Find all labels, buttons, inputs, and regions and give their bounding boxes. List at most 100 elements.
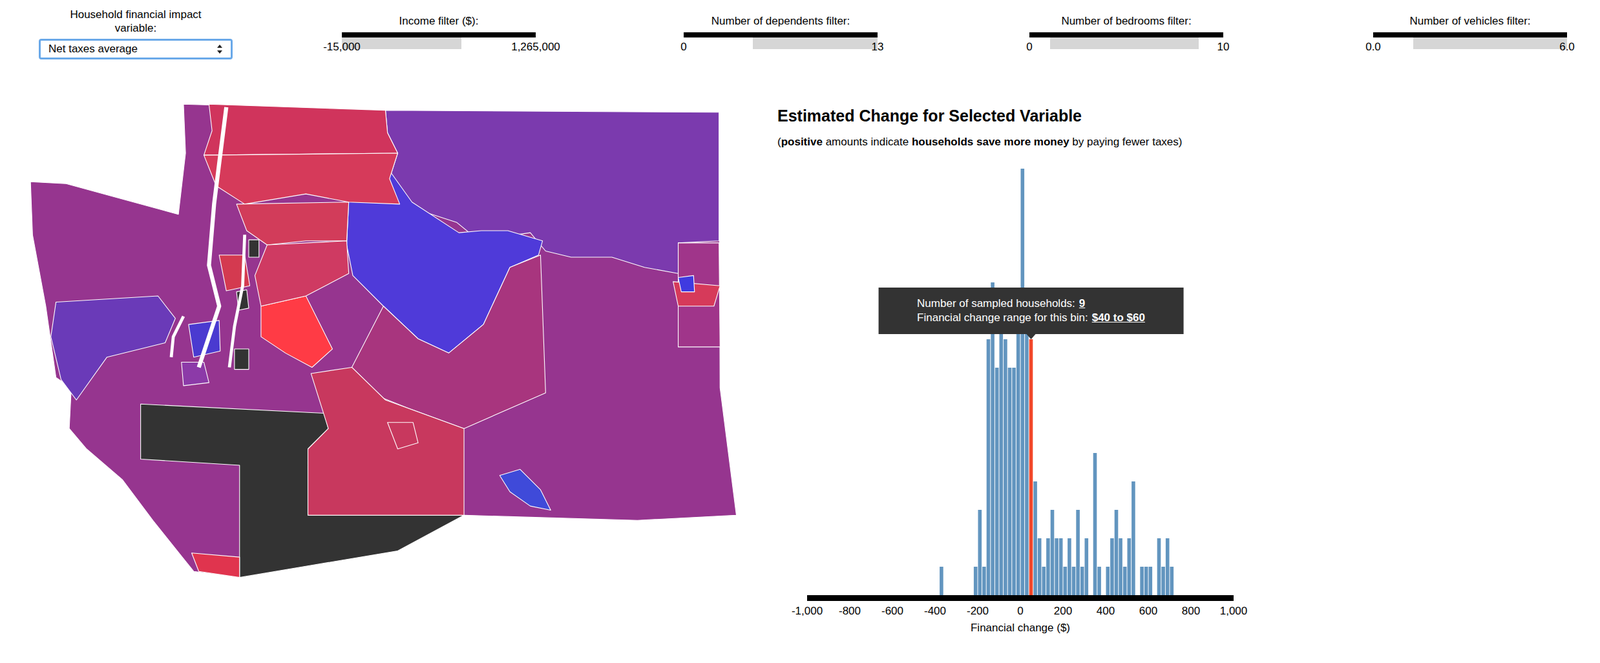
slider[interactable]: 010	[1029, 32, 1224, 61]
x-tick-label: -800	[838, 604, 861, 618]
district[interactable]	[387, 422, 419, 450]
variable-label: Household financial impact variable:	[64, 7, 207, 35]
slider-max-label: 13	[871, 40, 885, 55]
histogram-bar[interactable]	[1072, 566, 1076, 596]
histogram-bar[interactable]	[1075, 509, 1080, 596]
district[interactable]	[51, 295, 176, 400]
histogram-bar[interactable]	[1106, 566, 1111, 596]
histogram-bar[interactable]	[1059, 538, 1064, 596]
slider-selection[interactable]	[752, 37, 878, 50]
district[interactable]	[236, 202, 349, 245]
histogram-bar[interactable]	[1021, 168, 1025, 596]
histogram-bar[interactable]	[1016, 310, 1021, 596]
slider-track[interactable]	[683, 32, 878, 38]
slider-selection[interactable]	[1413, 37, 1568, 50]
histogram-bar[interactable]	[1063, 566, 1068, 596]
chart-subtitle: (positive amounts indicate households sa…	[777, 135, 1269, 150]
district[interactable]	[219, 255, 250, 291]
filter-bar: Household financial impact variable: Net …	[0, 0, 1600, 73]
slider-min-label: 0	[680, 40, 687, 55]
histogram-bar[interactable]	[1050, 509, 1055, 596]
x-tick-label: -400	[924, 604, 947, 618]
district[interactable]	[308, 367, 465, 516]
slider-max-label: 6.0	[1559, 40, 1575, 55]
histogram-bar[interactable]	[1046, 538, 1051, 596]
district[interactable]	[181, 362, 210, 386]
district-map	[28, 102, 743, 582]
histogram-bar[interactable]	[1037, 538, 1042, 596]
histogram-bar[interactable]	[1127, 538, 1132, 596]
district[interactable]	[248, 239, 260, 258]
histogram-bar[interactable]	[1054, 538, 1059, 596]
histogram-bar[interactable]	[973, 566, 978, 596]
histogram-bar[interactable]	[986, 339, 991, 596]
histogram-bar[interactable]	[1139, 566, 1144, 596]
slider-track[interactable]	[341, 32, 536, 38]
histogram-bar[interactable]	[1011, 367, 1016, 596]
histogram-bar[interactable]	[995, 367, 1000, 596]
filter-label: Number of vehicles filter:	[1409, 0, 1531, 29]
district[interactable]	[30, 104, 737, 578]
district[interactable]	[261, 295, 333, 368]
histogram-bar[interactable]	[1144, 566, 1149, 596]
x-tick-label: 0	[1017, 604, 1023, 618]
district[interactable]	[678, 275, 695, 292]
slider[interactable]: -15,0001,265,000	[341, 32, 536, 61]
histogram-bar[interactable]	[1114, 509, 1119, 596]
histogram-bar[interactable]	[1033, 481, 1038, 596]
histogram-bar[interactable]	[1093, 452, 1098, 596]
histogram-bar[interactable]	[1157, 538, 1162, 596]
histogram-bar[interactable]	[1161, 566, 1166, 596]
puget-sound-water	[199, 107, 227, 368]
slider[interactable]: 013	[683, 32, 878, 61]
histogram-svg: -1,000-800-600-400-20002004006008001,000…	[777, 157, 1269, 639]
histogram-bar[interactable]	[1110, 538, 1115, 596]
district[interactable]	[499, 469, 551, 510]
select-arrows-icon	[216, 43, 223, 55]
histogram-bar[interactable]	[1131, 481, 1136, 596]
histogram-bar[interactable]	[1170, 566, 1175, 596]
puget-sound-water	[229, 234, 245, 368]
histogram-bar[interactable]	[1118, 538, 1123, 596]
slider-track[interactable]	[1029, 32, 1224, 38]
histogram-bar[interactable]	[982, 566, 987, 596]
histogram-bar[interactable]	[1080, 566, 1085, 596]
histogram-bar[interactable]	[1067, 538, 1072, 596]
filter-label: Number of dependents filter:	[711, 0, 851, 29]
district[interactable]	[234, 348, 249, 370]
histogram-bar[interactable]	[1123, 566, 1127, 596]
x-tick-label: -600	[881, 604, 904, 618]
x-tick-label: 600	[1139, 604, 1158, 618]
histogram-bar[interactable]	[999, 310, 1004, 596]
slider-min-label: -15,000	[323, 40, 361, 55]
district[interactable]	[254, 241, 349, 307]
slider-min-label: 0	[1026, 40, 1032, 55]
x-axis	[807, 595, 1234, 601]
x-tick-label: -200	[966, 604, 989, 618]
district[interactable]	[204, 104, 399, 156]
histogram-bar[interactable]	[1008, 367, 1012, 596]
x-tick-label: 1,000	[1220, 604, 1248, 618]
slider[interactable]: 0.06.0	[1373, 32, 1568, 61]
district[interactable]	[204, 153, 400, 205]
histogram-bar[interactable]	[1165, 538, 1170, 596]
x-tick-label: 400	[1096, 604, 1115, 618]
histogram-bar[interactable]	[1148, 566, 1153, 596]
histogram-bar[interactable]	[978, 509, 983, 596]
histogram-bar[interactable]	[1003, 339, 1008, 596]
range-filter: Number of vehicles filter: 0.06.0	[1344, 0, 1597, 61]
histogram-bar[interactable]	[1024, 310, 1029, 596]
main: Estimated Change for Selected Variable (p…	[0, 72, 1600, 639]
histogram-bar[interactable]	[1029, 339, 1034, 596]
slider-selection[interactable]	[1050, 37, 1200, 50]
slider-track[interactable]	[1373, 32, 1568, 38]
chart-title: Estimated Change for Selected Variable	[777, 105, 1269, 127]
histogram-bar[interactable]	[1084, 538, 1089, 596]
histogram-bar[interactable]	[1097, 566, 1102, 596]
histogram-bar[interactable]	[1042, 566, 1047, 596]
hood-canal-water	[171, 316, 184, 358]
variable-select[interactable]: Net taxes average	[38, 38, 233, 60]
variable-select-value: Net taxes average	[48, 42, 138, 57]
district[interactable]	[191, 553, 240, 578]
histogram-bar[interactable]	[939, 566, 944, 596]
